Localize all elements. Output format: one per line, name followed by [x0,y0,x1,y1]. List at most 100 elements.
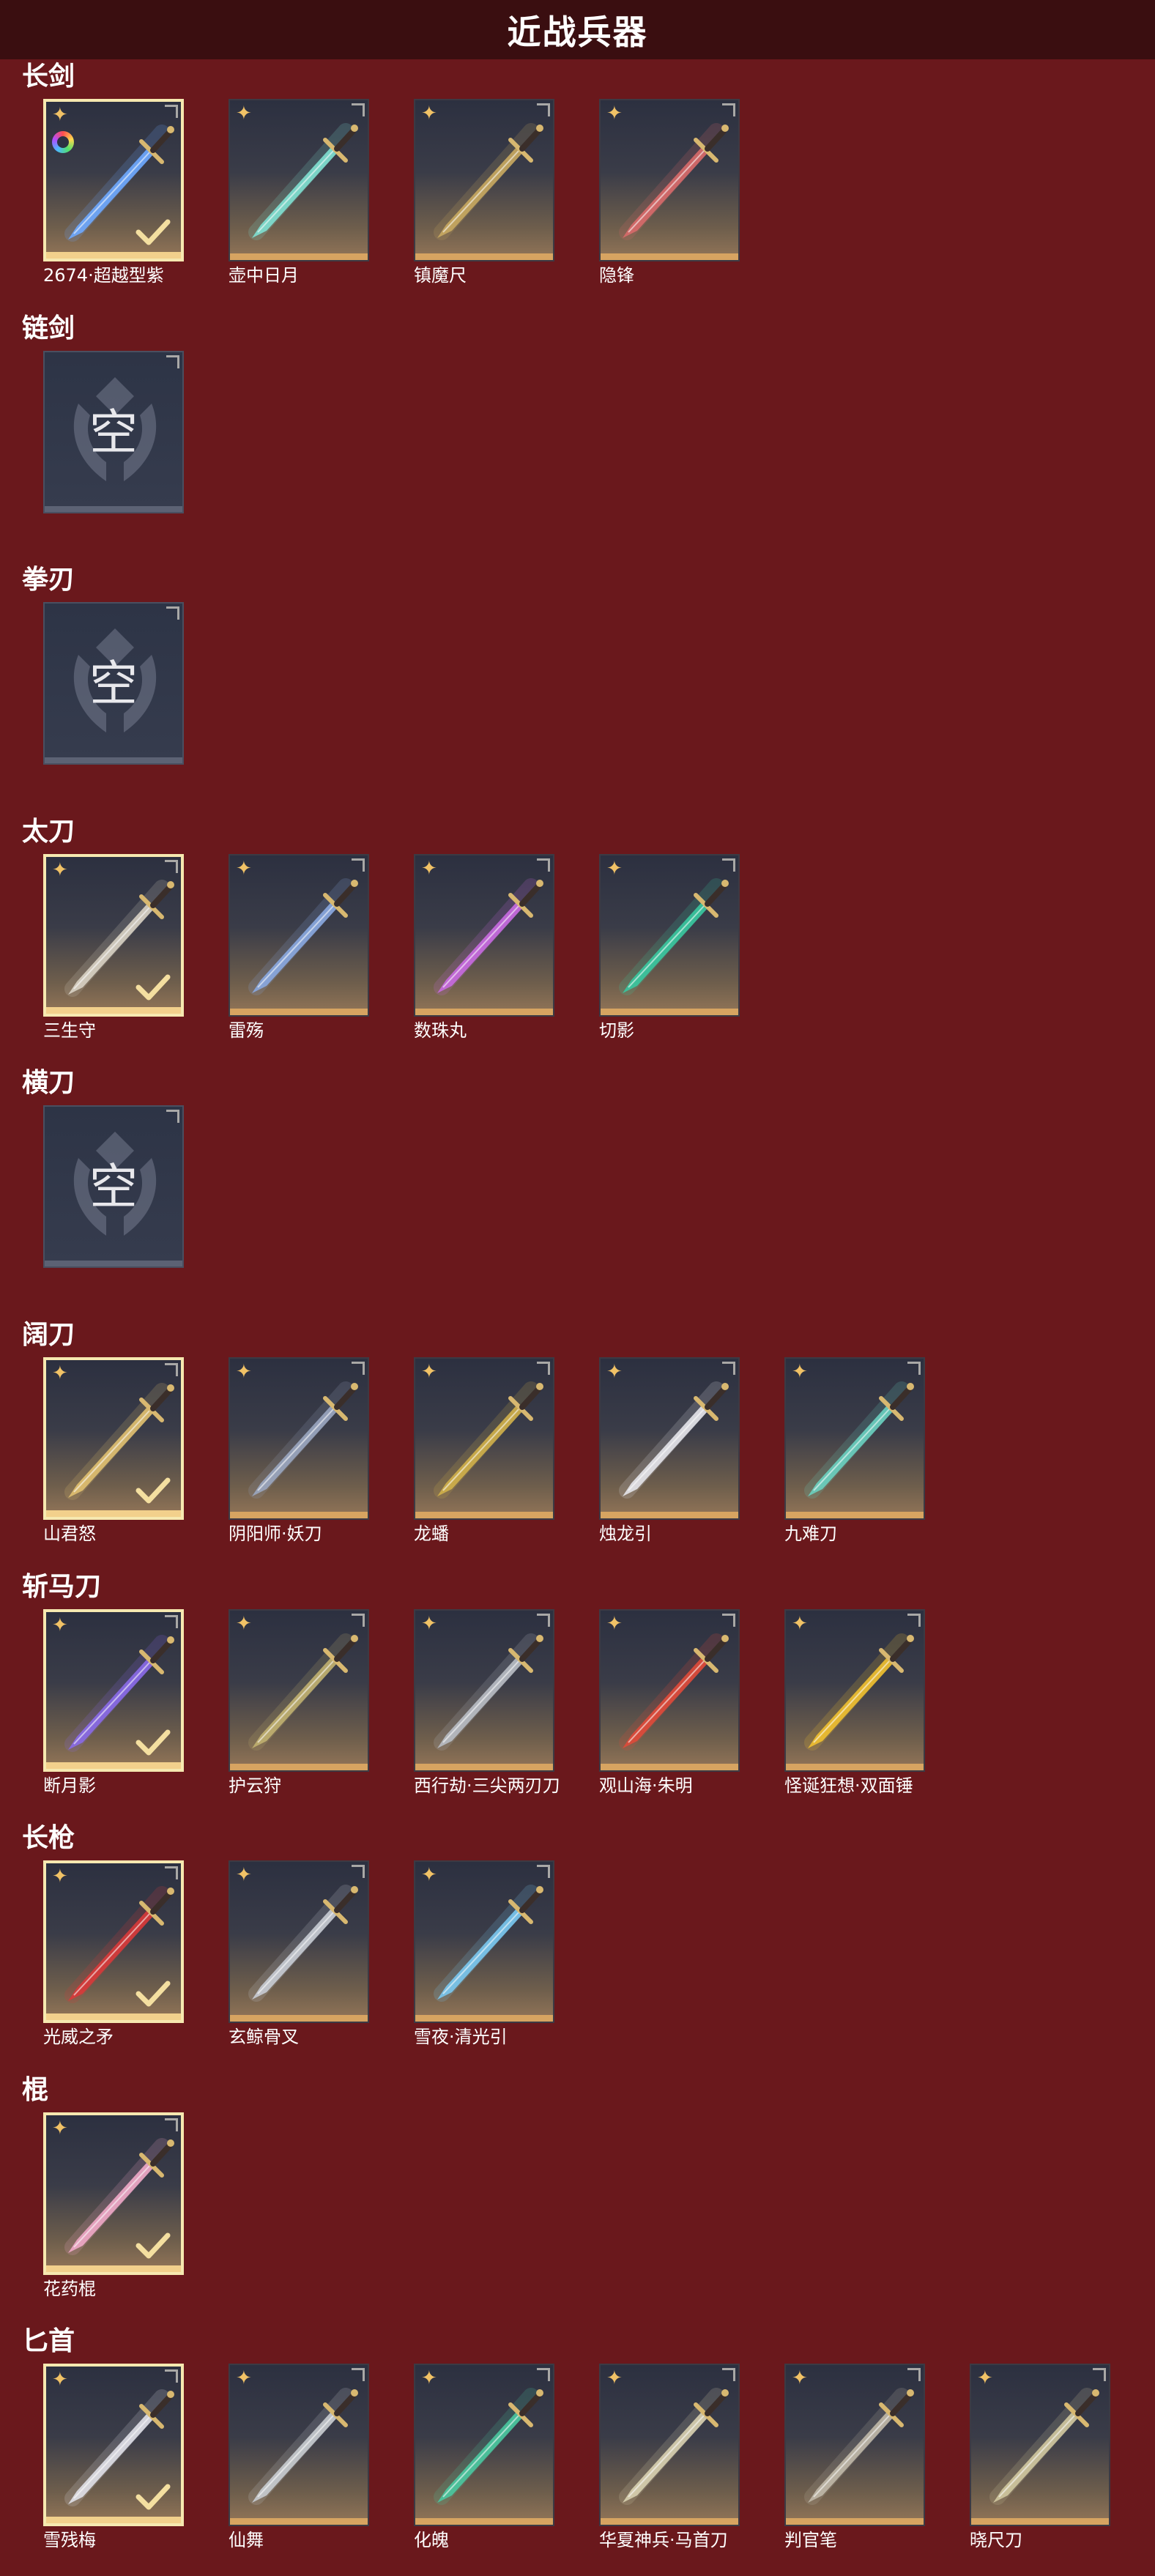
weapon-name: 雷殇 [229,1020,264,1041]
category-section: 斩马刀 ✦ 断月影 ✦ 护云狩 ✦ 西行劫·三尖两刃刀 ✦ 观山海·朱明 ✦ 怪诞狂想·双面锤 [0,1570,1155,1822]
weapon-icon [619,123,729,240]
tile-frame-bottom [230,1008,368,1015]
tile-frame-bottom [415,2518,553,2525]
category-title: 拳刃 [22,565,75,595]
weapon-icon [434,877,543,995]
weapon-icon [619,1381,729,1499]
check-icon [135,1477,171,1504]
category-section: 链剑空 [0,311,1155,563]
tile-frame-bottom [786,1763,924,1770]
weapon-card[interactable]: ✦ 花药棍 [43,2112,187,2300]
empty-weapon-slot[interactable]: 空 [43,350,187,513]
weapon-card[interactable]: ✦ 阴阳师·妖刀 [229,1357,372,1545]
weapon-name: 壶中日月 [229,265,299,286]
weapon-icon [248,1381,358,1499]
weapon-tile: ✦ [414,853,554,1017]
weapon-name: 阴阳师·妖刀 [229,1523,322,1544]
tile-frame-bottom [601,1512,738,1518]
check-icon [135,974,171,1001]
page-header: 近战兵器 [0,0,1155,59]
tile-frame-bottom [230,1512,368,1518]
weapon-card[interactable]: ✦ 玄鲸骨叉 [229,1860,372,2048]
empty-weapon-slot[interactable]: 空 [43,1105,187,1269]
weapon-card[interactable]: ✦ 仙舞 [229,2364,372,2551]
weapon-card[interactable]: ✦ 雷殇 [229,853,372,1042]
weapon-icon [434,2388,543,2506]
weapon-tile: ✦ [229,1860,369,2024]
tile-frame-bottom [971,2518,1109,2525]
weapon-name: 2674·超越型紫 [43,265,164,286]
category-title: 匕首 [22,2326,75,2357]
weapon-card[interactable]: ✦ 华夏神兵·马首刀 [599,2364,743,2551]
weapon-card[interactable]: ✦ 雪夜·清光引 [414,1860,557,2048]
weapon-tile: ✦ [970,2364,1110,2527]
weapon-card[interactable]: ✦ 断月影 [43,1608,187,1797]
category-section: 横刀空 [0,1066,1155,1318]
weapon-card[interactable]: ✦ 隐锋 [599,99,743,286]
weapon-tile-equipped: ✦ [43,1608,184,1772]
weapon-tile: ✦ [414,1608,554,1772]
weapon-card[interactable]: ✦ 判官笔 [784,2364,928,2551]
weapon-card[interactable]: ✦ 怪诞狂想·双面锤 [784,1608,928,1797]
category-section: 阔刀 ✦ 山君怒 ✦ 阴阳师·妖刀 ✦ 龙蟠 ✦ 烛龙引 ✦ 九难刀 [0,1318,1155,1570]
weapon-card[interactable]: ✦ 山君怒 [43,1357,187,1545]
tile-frame-bottom [46,2013,181,2021]
tile-frame-bottom [45,505,182,512]
weapon-name: 华夏神兵·马首刀 [599,2530,728,2551]
category-title: 链剑 [22,313,75,344]
weapon-card[interactable]: ✦ 龙蟠 [414,1357,557,1545]
weapon-card[interactable]: ✦ 护云狩 [229,1608,372,1797]
empty-weapon-slot[interactable]: 空 [43,602,187,765]
tile-frame-bottom [45,1261,182,1267]
weapon-card[interactable]: ✦ 数珠丸 [414,853,557,1042]
tile-frame-bottom [230,2518,368,2525]
weapon-icon [434,1633,543,1751]
corner-marker-icon [166,355,179,368]
weapon-icon [248,1885,358,2002]
tile-frame-bottom [601,1763,738,1770]
weapon-card[interactable]: ✦ 光威之矛 [43,1860,187,2048]
weapon-card[interactable]: ✦ 雪残梅 [43,2364,187,2551]
weapon-tile: ✦ [414,99,554,261]
weapon-card[interactable]: ✦ 化魄 [414,2364,557,2551]
weapon-name: 仙舞 [229,2530,264,2551]
category-title: 斩马刀 [22,1571,102,1602]
weapon-card[interactable]: ✦ 三生守 [43,853,187,1042]
weapon-name: 花药棍 [43,2278,96,2299]
weapon-name: 玄鲸骨叉 [229,2027,299,2048]
weapon-card[interactable]: ✦ 壶中日月 [229,99,372,286]
weapon-tile: ✦ [784,1357,925,1520]
category-title: 棍 [22,2074,49,2105]
weapon-name: 护云狩 [229,1775,281,1796]
category-section: 太刀 ✦ 三生守 ✦ 雷殇 ✦ 数珠丸 ✦ 切影 [0,814,1155,1066]
tile-frame-bottom [46,1006,181,1014]
weapon-icon [434,1381,543,1499]
tile-frame-bottom [601,1008,738,1015]
weapon-icon [248,123,358,240]
tile-frame-bottom [415,1008,553,1015]
tile-frame-bottom [46,252,181,259]
weapon-card[interactable]: ✦ 2674·超越型紫 [43,99,187,286]
weapon-tile-equipped: ✦ [43,853,184,1017]
category-title: 长剑 [22,62,75,92]
weapon-name: 晓尺刀 [970,2530,1022,2551]
weapon-card[interactable]: ✦ 晓尺刀 [970,2364,1113,2551]
category-section: 长枪 ✦ 光威之矛 ✦ 玄鲸骨叉 ✦ 雪夜·清光引 [0,1821,1155,2073]
weapon-name: 切影 [599,1020,634,1041]
weapon-icon [248,877,358,995]
weapon-tile: ✦ [229,1608,369,1772]
weapon-name: 西行劫·三尖两刃刀 [414,1775,560,1796]
weapon-icon [248,1633,358,1751]
empty-slot-tile: 空 [43,350,184,513]
weapon-tile: ✦ [784,2364,925,2527]
weapon-card[interactable]: ✦ 切影 [599,853,743,1042]
weapon-tile: ✦ [599,1608,740,1772]
tile-frame-bottom [786,2518,924,2525]
weapon-card[interactable]: ✦ 西行劫·三尖两刃刀 [414,1608,560,1797]
weapon-card[interactable]: ✦ 九难刀 [784,1357,928,1545]
weapon-card[interactable]: ✦ 镇魔尺 [414,99,557,286]
weapon-card[interactable]: ✦ 烛龙引 [599,1357,743,1545]
empty-slot-tile: 空 [43,602,184,765]
weapon-icon [619,877,729,995]
weapon-card[interactable]: ✦ 观山海·朱明 [599,1608,743,1797]
